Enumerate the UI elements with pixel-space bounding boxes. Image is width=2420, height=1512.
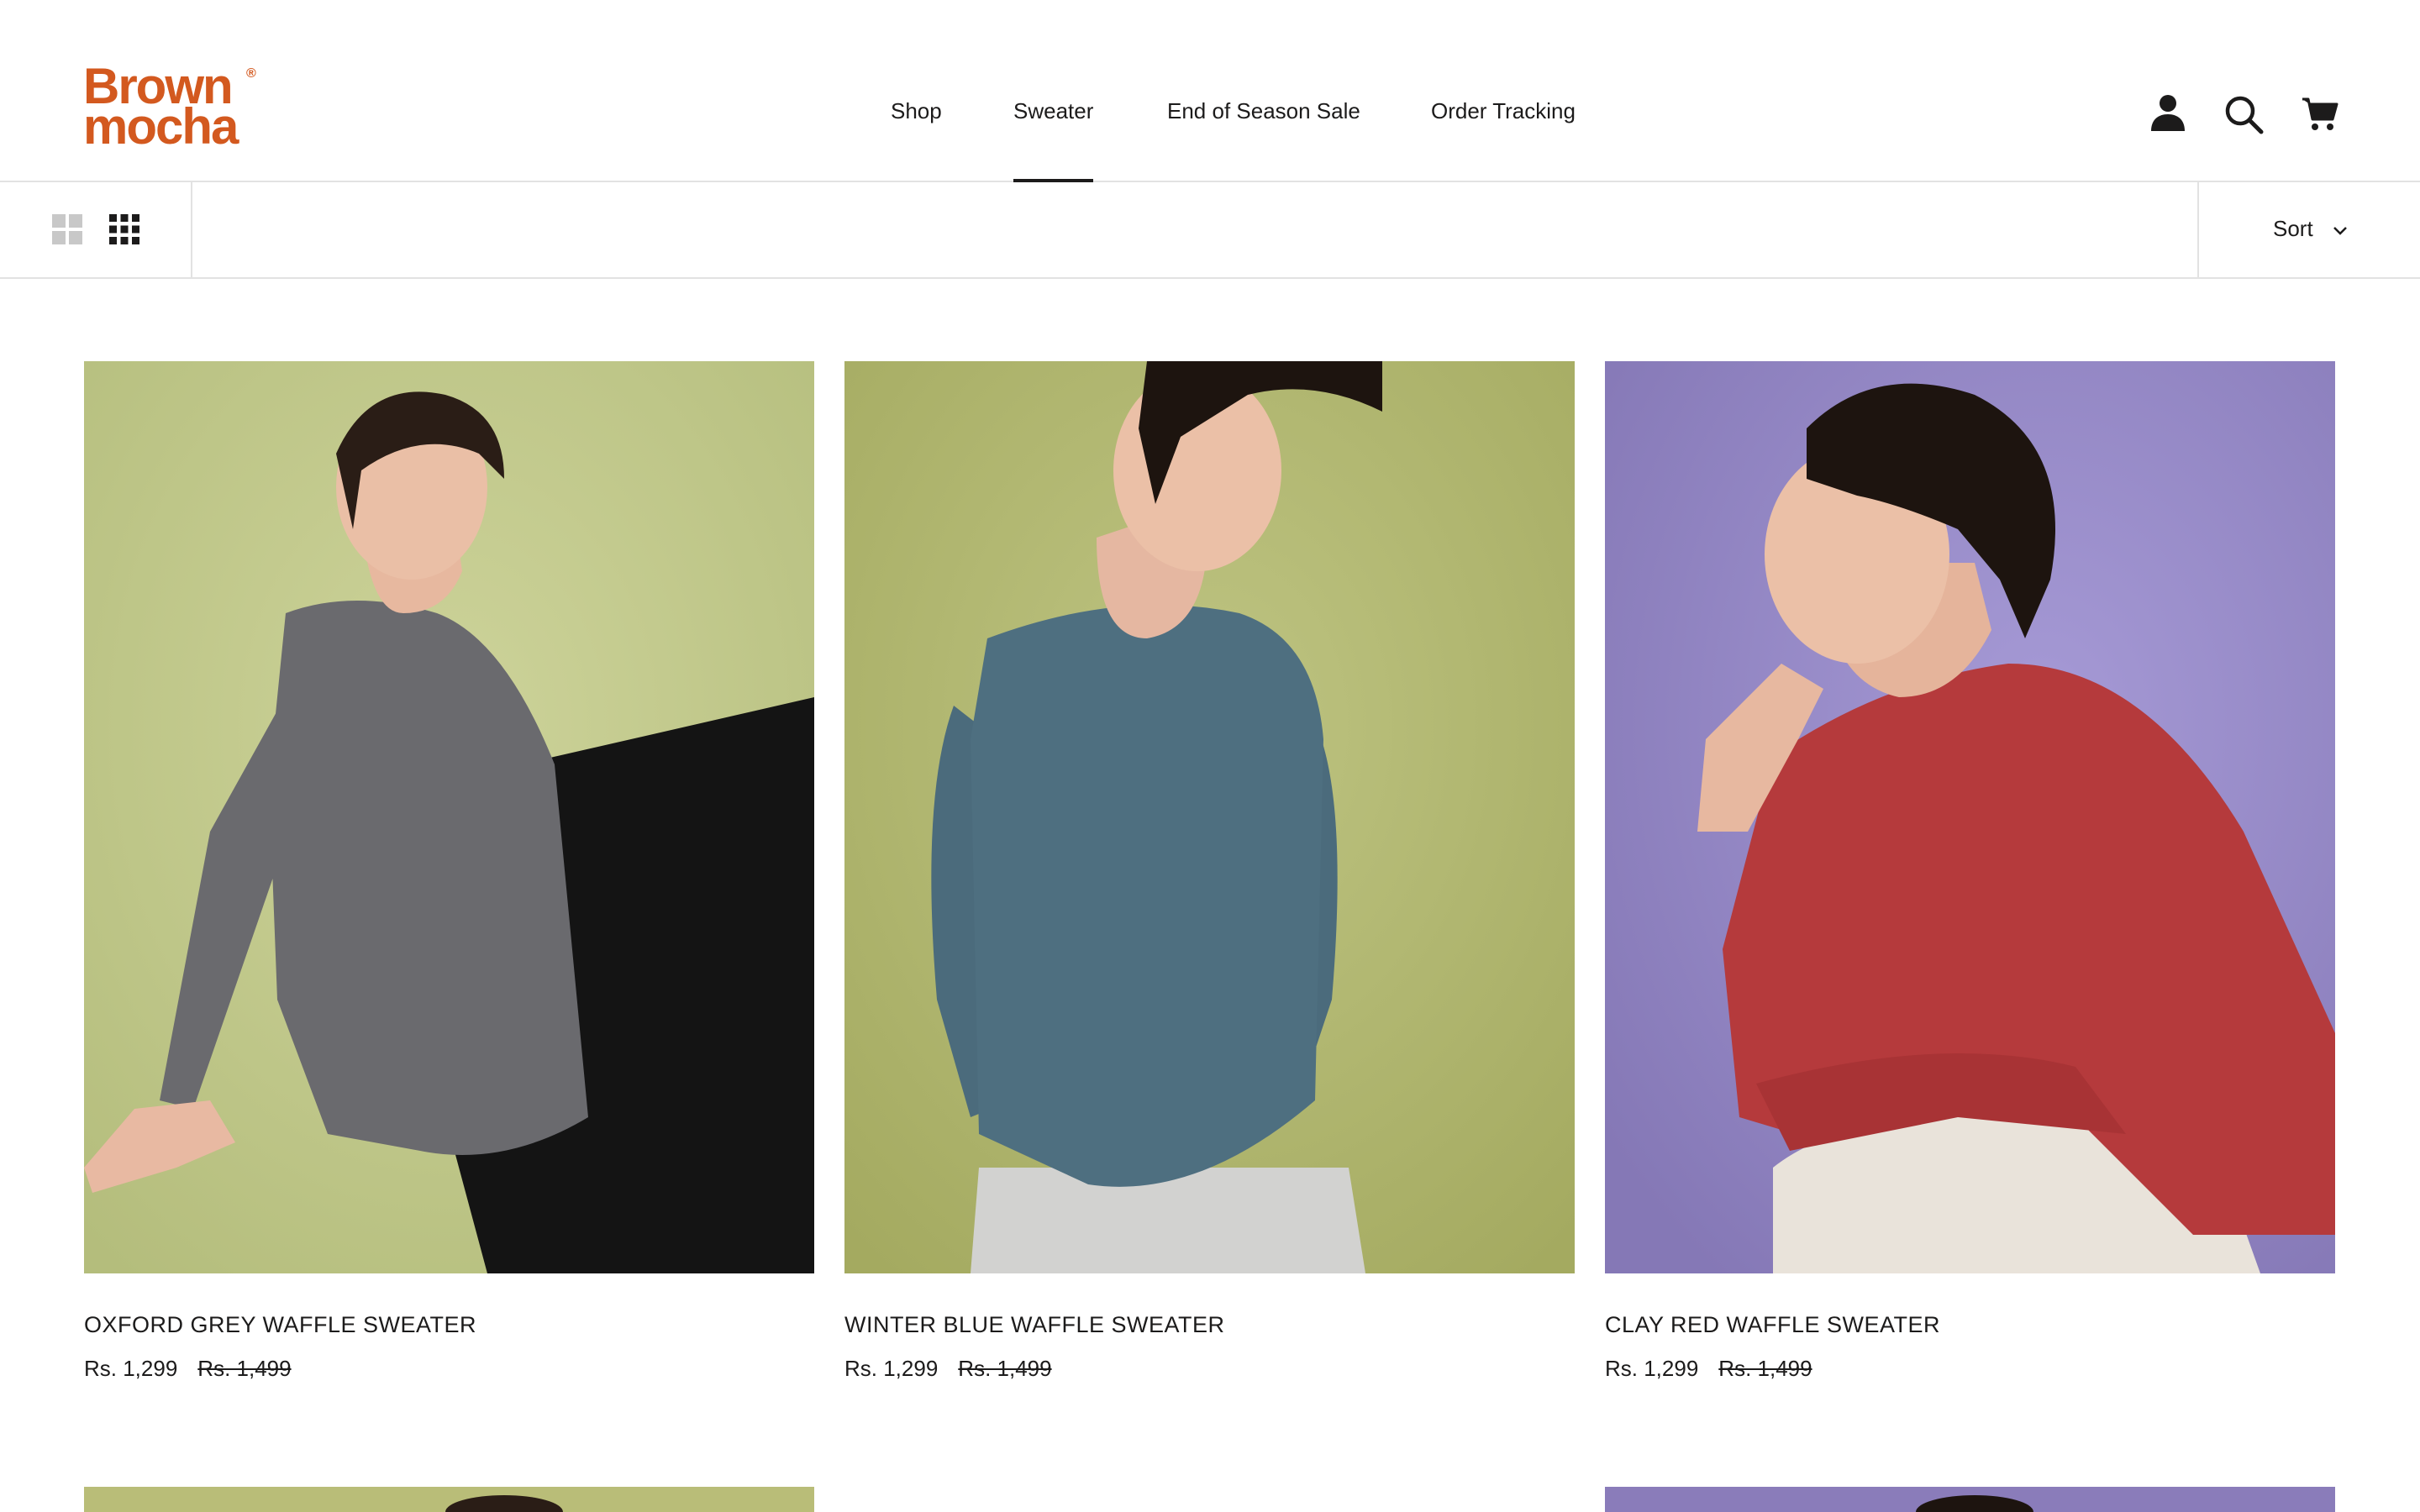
cart-icon[interactable] — [2301, 94, 2341, 134]
product-price: Rs. 1,299 — [1605, 1356, 1699, 1381]
product-title[interactable]: CLAY RED WAFFLE SWEATER — [1605, 1312, 1940, 1338]
sort-button[interactable]: Sort — [2197, 182, 2420, 277]
layout-switcher — [0, 182, 192, 277]
site-header: Brown mocha ® Shop Sweater End of Season… — [0, 0, 2420, 182]
product-prices: Rs. 1,299 Rs. 1,499 — [84, 1356, 292, 1382]
product-compare-price: Rs. 1,499 — [197, 1356, 292, 1381]
product-title[interactable]: WINTER BLUE WAFFLE SWEATER — [844, 1312, 1225, 1338]
main-nav: Shop Sweater End of Season Sale Order Tr… — [0, 97, 2420, 182]
product-card[interactable]: OXFORD GREY WAFFLE SWEATER Rs. 1,299 Rs. … — [84, 361, 814, 1381]
grid-2-icon[interactable] — [50, 213, 84, 246]
account-icon[interactable] — [2148, 92, 2188, 133]
product-prices: Rs. 1,299 Rs. 1,499 — [1605, 1356, 1812, 1382]
chevron-down-icon — [2332, 223, 2349, 239]
product-compare-price: Rs. 1,499 — [1718, 1356, 1812, 1381]
product-price: Rs. 1,299 — [844, 1356, 939, 1381]
search-icon[interactable] — [2223, 94, 2264, 134]
nav-item-shop[interactable]: Shop — [891, 97, 942, 125]
collection-toolbar: Sort — [0, 182, 2420, 279]
nav-item-order-tracking[interactable]: Order Tracking — [1431, 97, 1576, 125]
product-prices: Rs. 1,299 Rs. 1,499 — [844, 1356, 1052, 1382]
product-card[interactable]: CLAY RED WAFFLE SWEATER Rs. 1,299 Rs. 1,4… — [1605, 361, 2335, 1381]
grid-3-icon[interactable] — [108, 213, 141, 246]
product-image-peek[interactable] — [1605, 1487, 2335, 1512]
nav-item-end-of-season-sale[interactable]: End of Season Sale — [1167, 97, 1360, 125]
registered-mark: ® — [246, 66, 256, 81]
product-title[interactable]: OXFORD GREY WAFFLE SWEATER — [84, 1312, 476, 1338]
product-compare-price: Rs. 1,499 — [958, 1356, 1052, 1381]
product-image-peek[interactable] — [84, 1487, 814, 1512]
product-image[interactable] — [844, 361, 1575, 1273]
product-price: Rs. 1,299 — [84, 1356, 178, 1381]
product-card[interactable]: WINTER BLUE WAFFLE SWEATER Rs. 1,299 Rs. … — [844, 361, 1575, 1381]
product-image[interactable] — [1605, 361, 2335, 1273]
product-image[interactable] — [84, 361, 814, 1273]
nav-item-sweater[interactable]: Sweater — [1013, 97, 1094, 182]
sort-label: Sort — [2273, 216, 2313, 241]
